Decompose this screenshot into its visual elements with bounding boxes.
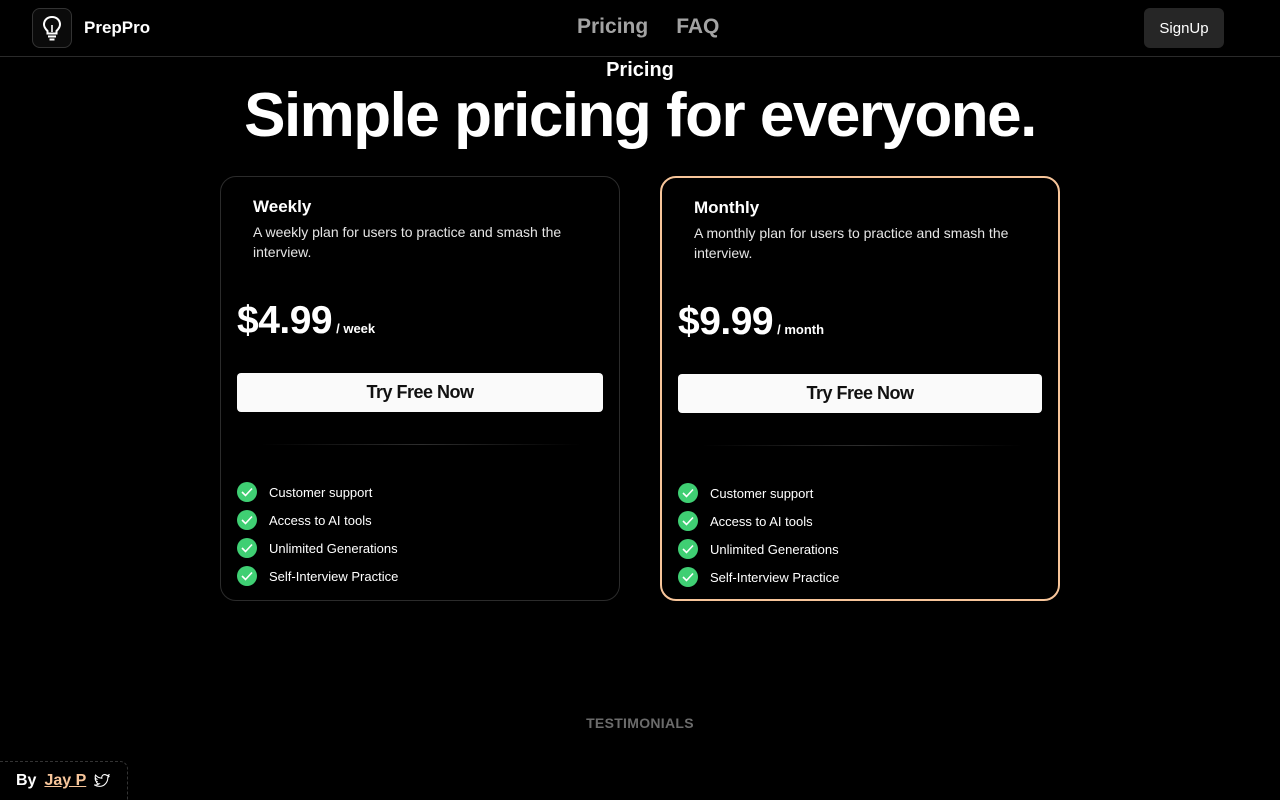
price-row: $9.99 / month [678,300,824,344]
check-circle-icon [678,483,698,503]
feature-item: Customer support [678,479,839,507]
feature-text: Self-Interview Practice [269,568,399,584]
check-circle-icon [237,482,257,502]
divider [702,445,1022,446]
plan-description: A monthly plan for users to practice and… [694,225,1009,261]
feature-text: Unlimited Generations [269,540,398,556]
pricing-card-weekly: Weekly A weekly plan for users to practi… [220,176,620,601]
divider [261,444,581,445]
feature-list: Customer support Access to AI tools Unli… [237,478,398,590]
feature-text: Unlimited Generations [710,541,839,557]
feature-list: Customer support Access to AI tools Unli… [678,479,839,591]
pricing-card-monthly: Monthly A monthly plan for users to prac… [660,176,1060,601]
by-label: By [16,772,37,789]
feature-text: Access to AI tools [710,513,813,529]
feature-item: Access to AI tools [678,507,839,535]
plan-description: A weekly plan for users to practice and … [253,224,562,260]
plan-name: Monthly [694,198,760,217]
lightbulb-icon [42,15,62,41]
check-circle-icon [678,511,698,531]
logo[interactable] [32,8,72,48]
plan-period: / week [336,321,376,336]
author-credit: By Jay P [0,761,128,800]
plan-period: / month [777,322,825,337]
plan-price: $9.99 [678,300,774,343]
try-free-button[interactable]: Try Free Now [237,373,603,412]
author-link[interactable]: Jay P [44,772,86,790]
section-eyebrow: Pricing [606,59,674,81]
top-navbar: PrepPro Pricing FAQ SignUp [0,0,1280,57]
price-row: $4.99 / week [237,299,375,343]
brand-name[interactable]: PrepPro [84,18,150,38]
check-circle-icon [237,538,257,558]
feature-text: Customer support [269,484,373,500]
check-circle-icon [237,510,257,530]
page-title: Simple pricing for everyone. [244,81,1037,150]
feature-item: Self-Interview Practice [678,563,839,591]
check-circle-icon [237,566,257,586]
nav-faq-link[interactable]: FAQ [676,15,719,39]
feature-text: Access to AI tools [269,512,372,528]
check-circle-icon [678,539,698,559]
feature-item: Unlimited Generations [237,534,398,562]
main-nav: Pricing FAQ [577,15,719,39]
feature-text: Customer support [710,485,814,501]
signup-button[interactable]: SignUp [1144,8,1224,48]
plan-name: Weekly [253,197,312,216]
feature-text: Self-Interview Practice [710,569,840,585]
feature-item: Self-Interview Practice [237,562,398,590]
feature-item: Unlimited Generations [678,535,839,563]
check-circle-icon [678,567,698,587]
nav-pricing-link[interactable]: Pricing [577,15,648,39]
twitter-icon[interactable] [94,774,111,788]
feature-item: Access to AI tools [237,506,398,534]
feature-item: Customer support [237,478,398,506]
plan-price: $4.99 [237,299,333,342]
try-free-button[interactable]: Try Free Now [678,374,1042,413]
testimonials-heading: TESTIMONIALS [586,715,694,731]
